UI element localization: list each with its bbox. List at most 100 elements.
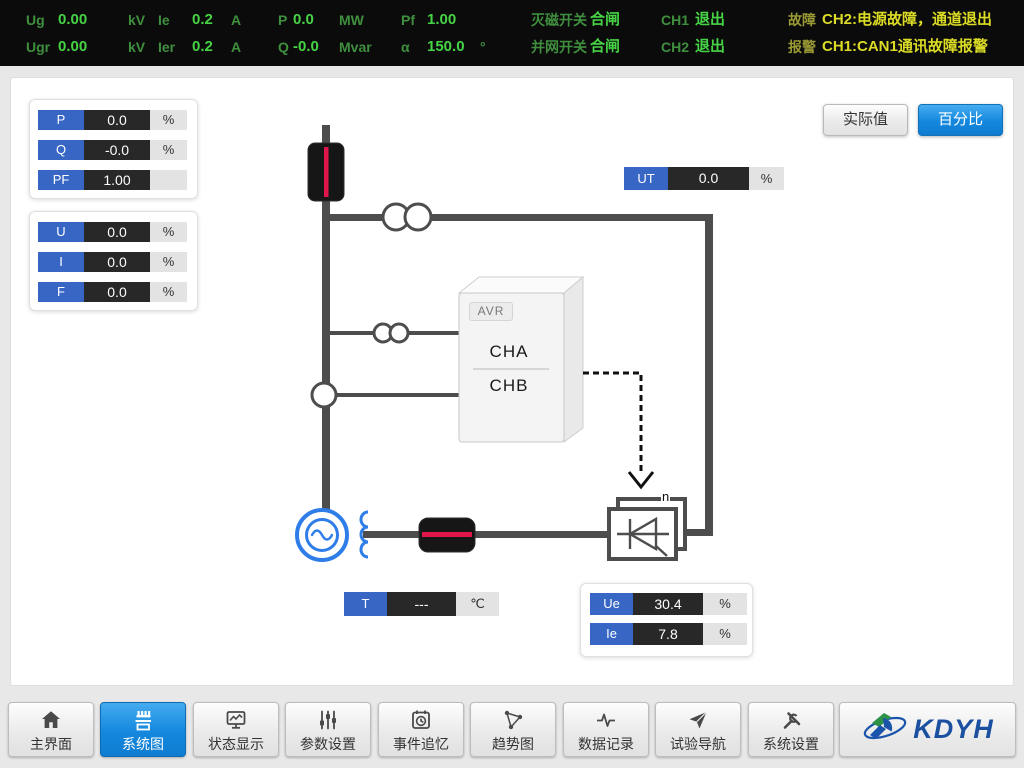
meter-row-ut: UT 0.0 % [624, 167, 784, 190]
control-signal-dashed-line [583, 373, 641, 473]
metric-value: 0.2 [192, 8, 213, 32]
right-bus [705, 214, 713, 536]
meter-value: 0.0 [84, 222, 150, 242]
meter-value: 0.0 [84, 110, 150, 130]
meter-value: 1.00 [84, 170, 150, 190]
actual-value-button[interactable]: 实际值 [823, 104, 908, 136]
kdyh-logo-text: KDYH [913, 714, 994, 745]
nav-test-guide[interactable]: 试验导航 [655, 702, 741, 757]
uif-meter-panel: U 0.0 % I 0.0 % F 0.0 % [29, 211, 198, 311]
meter-unit: % [150, 140, 187, 160]
meter-unit: % [150, 222, 187, 242]
switch-label: 灭磁开关 [531, 8, 587, 32]
nav-system-settings[interactable]: 系统设置 [748, 702, 834, 757]
generator-symbol [297, 510, 347, 560]
nav-trend-chart[interactable]: 趋势图 [470, 702, 556, 757]
metric-unit: A [231, 35, 241, 59]
metric-unit: ° [480, 35, 486, 59]
meter-label: UT [624, 167, 668, 190]
meter-label: P [38, 110, 84, 130]
meter-value: -0.0 [84, 140, 150, 160]
metric-unit: kV [128, 8, 145, 32]
ct-transformer [312, 383, 336, 407]
metric-label: Pf [401, 8, 415, 32]
channel-b-label: CHB [459, 376, 559, 396]
nav-label: 系统图 [122, 734, 164, 754]
metric-label: P [278, 8, 287, 32]
meter-row-ue: Ue 30.4 % [590, 593, 747, 615]
screen: Ug 0.00 kV Ugr 0.00 kV Ie 0.2 A Ier 0.2 … [0, 0, 1024, 768]
monitor-icon [224, 707, 248, 733]
nav-parameter-settings[interactable]: 参数设置 [285, 702, 371, 757]
nav-label: 主界面 [30, 734, 72, 754]
nav-status-display[interactable]: 状态显示 [193, 702, 279, 757]
diagram-icon [131, 707, 155, 733]
navigation-icon [686, 707, 710, 733]
meter-row-u: U 0.0 % [38, 222, 187, 242]
metric-label: α [401, 35, 410, 59]
kdyh-logo-button[interactable]: KDYH [839, 702, 1016, 757]
control-signal-arrowhead [629, 472, 653, 487]
meter-value: 0.0 [84, 282, 150, 302]
kdyh-logo-mark-icon [861, 707, 909, 752]
avr-tag: AVR [469, 302, 513, 321]
meter-row-q: Q -0.0 % [38, 140, 187, 160]
metric-label: Ug [26, 8, 45, 32]
field-breaker [419, 518, 475, 552]
meter-value: 30.4 [633, 593, 703, 615]
meter-unit: % [703, 623, 747, 645]
metric-unit: Mvar [339, 35, 372, 59]
meter-unit: % [150, 110, 187, 130]
system-diagram-panel: AVR CHA CHB n P 0.0 % Q -0.0 % PF 1.00 [10, 77, 1014, 686]
channel-state: 退出 [695, 35, 725, 59]
meter-unit: % [150, 282, 187, 302]
nav-label: 参数设置 [300, 734, 356, 754]
bridge-count-label: n [661, 490, 670, 503]
metric-label: Ugr [26, 35, 50, 59]
nav-label: 状态显示 [208, 734, 264, 754]
nav-system-diagram[interactable]: 系统图 [100, 702, 186, 757]
meter-label: Ue [590, 593, 633, 615]
metric-value: 150.0 [427, 35, 465, 59]
meter-label: T [344, 592, 387, 616]
channel-a-label: CHA [459, 342, 559, 362]
metric-value: 0.00 [58, 8, 87, 32]
nav-main-screen[interactable]: 主界面 [8, 702, 94, 757]
meter-value: 0.0 [84, 252, 150, 272]
nav-label: 数据记录 [578, 734, 634, 754]
meter-label: I [38, 252, 84, 272]
alarm-message: CH1:CAN1通讯故障报警 [822, 35, 988, 59]
meter-label: F [38, 282, 84, 302]
metric-label: Q [278, 35, 289, 59]
metric-value: 0.0 [293, 8, 314, 32]
meter-label: Q [38, 140, 84, 160]
metric-unit: A [231, 8, 241, 32]
meter-label: PF [38, 170, 84, 190]
meter-unit: % [749, 167, 784, 190]
fault-label: 故障 [788, 8, 816, 32]
pulse-icon [594, 707, 618, 733]
meter-row-temperature: T --- ℃ [344, 592, 499, 616]
nav-label: 系统设置 [763, 734, 819, 754]
percent-value-button[interactable]: 百分比 [918, 104, 1003, 136]
metric-unit: kV [128, 35, 145, 59]
nav-data-record[interactable]: 数据记录 [563, 702, 649, 757]
meter-row-p: P 0.0 % [38, 110, 187, 130]
generator-breaker [308, 143, 344, 201]
channel-state: 退出 [695, 8, 725, 32]
top-status-bar: Ug 0.00 kV Ugr 0.00 kV Ie 0.2 A Ier 0.2 … [0, 0, 1024, 66]
switch-state: 合闸 [590, 8, 620, 32]
tools-icon [779, 707, 803, 733]
nav-event-recall[interactable]: 事件追忆 [378, 702, 464, 757]
meter-value: 7.8 [633, 623, 703, 645]
meter-row-ie: Ie 7.8 % [590, 623, 747, 645]
alarm-label: 报警 [788, 35, 816, 59]
metric-value: -0.0 [293, 35, 319, 59]
fault-message: CH2:电源故障，通道退出 [822, 8, 992, 32]
excitation-meter-panel: Ue 30.4 % Ie 7.8 % [580, 583, 753, 657]
nav-label: 事件追忆 [393, 734, 449, 754]
metric-value: 1.00 [427, 8, 456, 32]
field-line [363, 531, 611, 538]
trend-nodes-icon [501, 707, 525, 733]
channel-label: CH1 [661, 8, 689, 32]
